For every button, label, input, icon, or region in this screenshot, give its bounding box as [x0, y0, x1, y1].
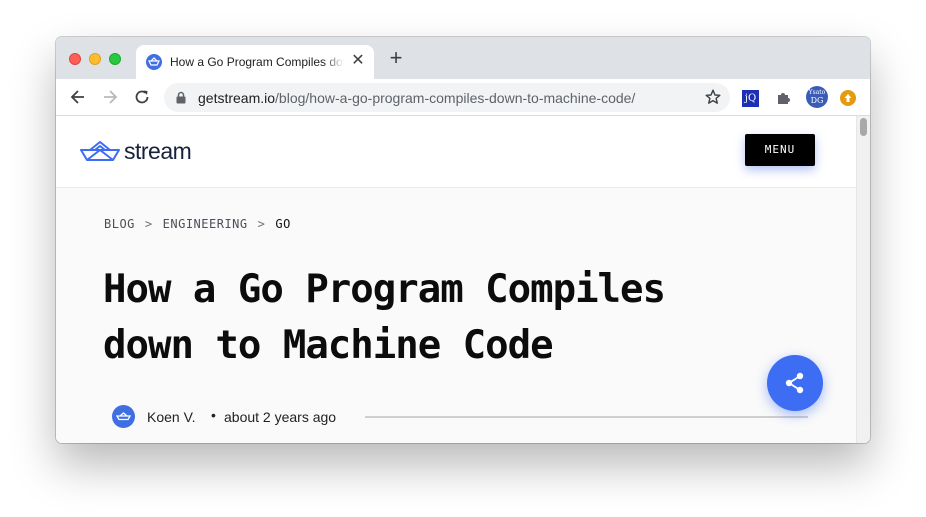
meta-bullet: •: [211, 407, 216, 423]
jquery-extension-icon[interactable]: jQ: [742, 90, 759, 107]
extensions-puzzle-icon[interactable]: [774, 88, 794, 108]
zoom-window-button[interactable]: [109, 53, 121, 65]
article-title-line-2: down to Machine Code: [103, 323, 554, 368]
menu-button[interactable]: MENU: [745, 134, 815, 166]
stream-favicon-icon: [146, 54, 162, 70]
lock-icon[interactable]: [175, 91, 187, 104]
profile-avatar[interactable]: Ysato DG: [806, 86, 828, 108]
address-bar[interactable]: getstream.io/blog/how-a-go-program-compi…: [164, 83, 730, 112]
browser-window: How a Go Program Compiles down to Machin…: [56, 37, 870, 443]
avatar-line-1: Ysato: [808, 89, 826, 96]
browser-tab[interactable]: How a Go Program Compiles down to Machin…: [136, 45, 374, 79]
breadcrumb-blog[interactable]: BLOG: [104, 217, 135, 231]
update-arrow-icon[interactable]: [840, 90, 856, 106]
tab-title: How a Go Program Compiles down to Machin…: [170, 55, 344, 69]
reload-icon[interactable]: [132, 87, 152, 107]
url-text[interactable]: getstream.io/blog/how-a-go-program-compi…: [198, 90, 635, 106]
breadcrumb-separator-icon: >: [144, 217, 153, 231]
author-name[interactable]: Koen V.: [147, 409, 196, 425]
new-tab-button[interactable]: +: [386, 47, 406, 69]
scrollbar-thumb[interactable]: [860, 118, 867, 136]
author-meta: Koen V. • about 2 years ago: [112, 405, 812, 429]
breadcrumb: BLOG > ENGINEERING > GO: [104, 217, 291, 231]
web-page: stream MENU BLOG > ENGINEERING > GO How a Go…: [56, 116, 856, 443]
breadcrumb-separator-icon: >: [257, 217, 266, 231]
tab-close-icon[interactable]: ✕: [350, 52, 366, 70]
breadcrumb-engineering[interactable]: ENGINEERING: [163, 217, 248, 231]
stream-logo[interactable]: stream: [80, 138, 210, 168]
tab-strip: How a Go Program Compiles down to Machin…: [56, 37, 870, 79]
back-arrow-icon[interactable]: [68, 87, 88, 107]
browser-toolbar: getstream.io/blog/how-a-go-program-compi…: [56, 79, 870, 116]
breadcrumb-go[interactable]: GO: [275, 217, 290, 231]
url-path: /blog/how-a-go-program-compiles-down-to-…: [275, 90, 636, 106]
site-header: stream MENU: [56, 116, 856, 188]
meta-divider: [365, 416, 808, 418]
minimize-window-button[interactable]: [89, 53, 101, 65]
share-button[interactable]: [767, 355, 823, 411]
page-scrollbar[interactable]: [856, 116, 870, 443]
author-avatar[interactable]: [112, 405, 135, 428]
article-title: How a Go Program Compiles down to Machine…: [103, 262, 743, 374]
bookmark-star-icon[interactable]: [703, 87, 723, 107]
forward-arrow-icon[interactable]: [100, 87, 120, 107]
url-domain: getstream.io: [198, 90, 276, 106]
published-time: about 2 years ago: [224, 409, 337, 425]
logo-wordmark: stream: [124, 138, 192, 164]
avatar-line-2: DG: [810, 96, 824, 105]
article-title-line-1: How a Go Program Compiles: [103, 267, 666, 312]
close-window-button[interactable]: [69, 53, 81, 65]
share-icon: [785, 372, 804, 394]
stream-boat-icon: [80, 141, 120, 161]
